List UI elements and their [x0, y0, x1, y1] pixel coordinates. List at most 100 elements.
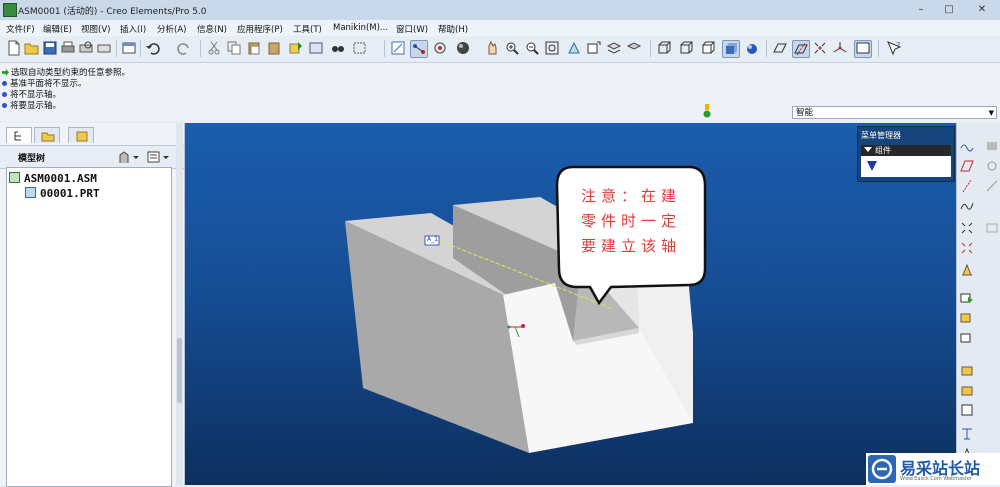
csys-origin	[521, 324, 525, 328]
selection-filter[interactable]: 智能 ▼	[792, 106, 997, 119]
datum-axis-icon[interactable]	[960, 179, 974, 193]
close-button[interactable]: ✕	[966, 2, 998, 17]
redo-icon[interactable]	[176, 40, 192, 56]
plane-display-icon[interactable]	[772, 40, 788, 56]
watermark-logo-icon	[868, 455, 896, 483]
panel-splitter[interactable]	[176, 123, 183, 485]
appearance-icon[interactable]	[455, 40, 471, 56]
menu-bar: 文件(F) 编辑(E) 视图(V) 插入(I) 分析(A) 信息(N) 应用程序…	[0, 20, 1000, 36]
tree-item-prt[interactable]: 00001.PRT	[25, 187, 100, 200]
annotation-display-icon[interactable]	[854, 40, 872, 58]
analysis-icon[interactable]	[960, 263, 974, 277]
datum-curve-icon[interactable]	[960, 199, 974, 213]
find-icon[interactable]	[330, 40, 346, 56]
menu-insert[interactable]: 插入(I)	[120, 23, 146, 35]
menu-analysis[interactable]: 分析(A)	[157, 23, 186, 35]
hidden-line-icon[interactable]	[678, 40, 694, 56]
minimize-button[interactable]: –	[908, 2, 934, 17]
graphics-window[interactable]: A_1 注意：在建 零件时一定 要建立该轴	[185, 123, 956, 485]
refit-icon[interactable]	[544, 40, 560, 56]
axis-display-icon[interactable]	[792, 40, 810, 58]
menu-info[interactable]: 信息(N)	[197, 23, 227, 35]
menu-applications[interactable]: 应用程序(P)	[237, 23, 283, 35]
show-icon[interactable]	[146, 149, 170, 165]
paste-icon[interactable]	[246, 40, 262, 56]
menu-manikin[interactable]: Manikin(M)...	[333, 23, 388, 33]
regen-manager-icon[interactable]	[308, 40, 324, 56]
tab-model-tree[interactable]	[6, 127, 32, 143]
cut-icon[interactable]	[206, 40, 222, 56]
extrude-icon[interactable]	[985, 139, 999, 153]
tab-favorites[interactable]	[68, 127, 94, 143]
title-bar: ASM0001 (活动的) - Creo Elements/Pro 5.0 – …	[0, 0, 1000, 21]
zoom-in-icon[interactable]	[504, 40, 520, 56]
enhanced-realism-icon[interactable]	[744, 40, 760, 56]
preview-icon[interactable]	[78, 40, 94, 56]
menu-tools[interactable]: 工具(T)	[293, 23, 322, 35]
wireframe-icon[interactable]	[656, 40, 672, 56]
whats-this-icon[interactable]: ?	[886, 40, 902, 56]
watermark-subtext: Www.Easck.Com Webmaster	[900, 476, 972, 482]
menu-manager: 菜单管理器 组件	[857, 126, 955, 182]
copy-icon[interactable]	[226, 40, 242, 56]
shading-icon[interactable]	[722, 40, 740, 58]
layer-tree-icon[interactable]	[626, 40, 642, 56]
datum-plane-icon[interactable]	[960, 159, 974, 173]
pattern-icon[interactable]	[960, 331, 974, 345]
trim-icon[interactable]	[960, 427, 974, 441]
menu-window[interactable]: 窗口(W)	[396, 23, 428, 35]
paste-special-icon[interactable]	[266, 40, 282, 56]
spin-center-icon[interactable]	[410, 40, 428, 58]
select-box-icon[interactable]	[352, 40, 376, 56]
create-component-icon[interactable]	[960, 311, 974, 325]
tree-item-asm[interactable]: ASM0001.ASM	[9, 172, 97, 185]
menu-edit[interactable]: 编辑(E)	[43, 23, 72, 35]
point-display-icon[interactable]	[812, 40, 828, 56]
pan-icon[interactable]	[484, 40, 500, 56]
tab-folder-browser[interactable]	[34, 127, 60, 143]
csys-icon[interactable]	[960, 241, 974, 255]
undo-icon[interactable]	[145, 40, 161, 56]
maximize-button[interactable]: □	[936, 2, 962, 17]
model-viewport[interactable]	[185, 123, 956, 485]
menu-group-header[interactable]: 组件	[861, 145, 951, 156]
layers-icon[interactable]	[606, 40, 622, 56]
menu-file[interactable]: 文件(F)	[6, 23, 35, 35]
menu-group-body[interactable]	[861, 156, 951, 177]
revolve-icon[interactable]	[985, 159, 999, 173]
window-icon[interactable]	[121, 40, 137, 56]
sweep-icon[interactable]	[985, 179, 999, 193]
csys-display-icon[interactable]	[832, 40, 848, 56]
repaint-icon[interactable]	[390, 40, 406, 56]
no-hidden-icon[interactable]	[700, 40, 716, 56]
menu-help[interactable]: 帮助(H)	[438, 23, 468, 35]
save-icon[interactable]	[42, 40, 58, 56]
svg-text:?: ?	[896, 41, 900, 50]
new-icon[interactable]	[6, 40, 22, 56]
settings-icon[interactable]	[118, 149, 140, 165]
splitter-handle[interactable]	[177, 338, 182, 403]
email-icon[interactable]	[96, 40, 112, 56]
print-icon[interactable]	[60, 40, 76, 56]
datum-point-icon[interactable]	[960, 221, 974, 235]
orient-icon[interactable]	[432, 40, 448, 56]
part-icon	[25, 187, 36, 198]
reorient-icon[interactable]	[566, 40, 582, 56]
menu-view[interactable]: 视图(V)	[81, 23, 110, 35]
watermark: 易采站长站 Www.Easck.Com Webmaster	[866, 453, 1000, 485]
assembly-icon	[9, 172, 20, 183]
app-icon	[3, 3, 17, 17]
blend-icon[interactable]	[985, 221, 999, 235]
feature-icon[interactable]	[960, 363, 974, 377]
open-icon[interactable]	[24, 40, 40, 56]
collapse-icon	[864, 147, 872, 152]
regenerate-icon[interactable]	[288, 40, 304, 56]
view-manager-icon[interactable]	[586, 40, 602, 56]
merge-icon[interactable]	[960, 383, 974, 397]
sketch-icon[interactable]	[960, 139, 974, 153]
annotation-line-3: 要建立该轴	[581, 237, 682, 255]
right-toolbar	[956, 123, 1000, 485]
assemble-icon[interactable]	[960, 291, 974, 305]
zoom-out-icon[interactable]	[524, 40, 540, 56]
copy-feature-icon[interactable]	[960, 403, 974, 417]
